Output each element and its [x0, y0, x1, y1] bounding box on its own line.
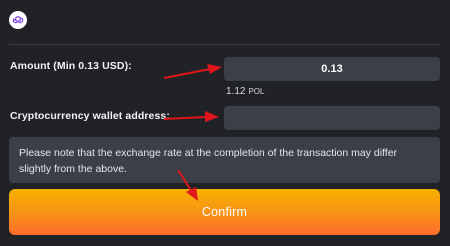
polygon-icon: [9, 11, 27, 29]
header-divider: [9, 44, 440, 45]
header-bar: [0, 0, 450, 40]
converted-amount-value: 1.12: [226, 86, 246, 97]
converted-amount: 1.12 POL: [226, 86, 264, 97]
wallet-address-label: Cryptocurrency wallet address:: [10, 110, 170, 122]
arrow-to-wallet: [163, 111, 219, 122]
exchange-rate-note: Please note that the exchange rate at th…: [9, 137, 440, 183]
amount-input[interactable]: [224, 57, 440, 81]
wallet-address-input[interactable]: [224, 106, 440, 130]
amount-label: Amount (Min 0.13 USD):: [10, 60, 132, 72]
converted-amount-unit: POL: [248, 87, 265, 96]
arrow-to-amount: [163, 64, 222, 79]
confirm-button[interactable]: Confirm: [9, 189, 440, 235]
